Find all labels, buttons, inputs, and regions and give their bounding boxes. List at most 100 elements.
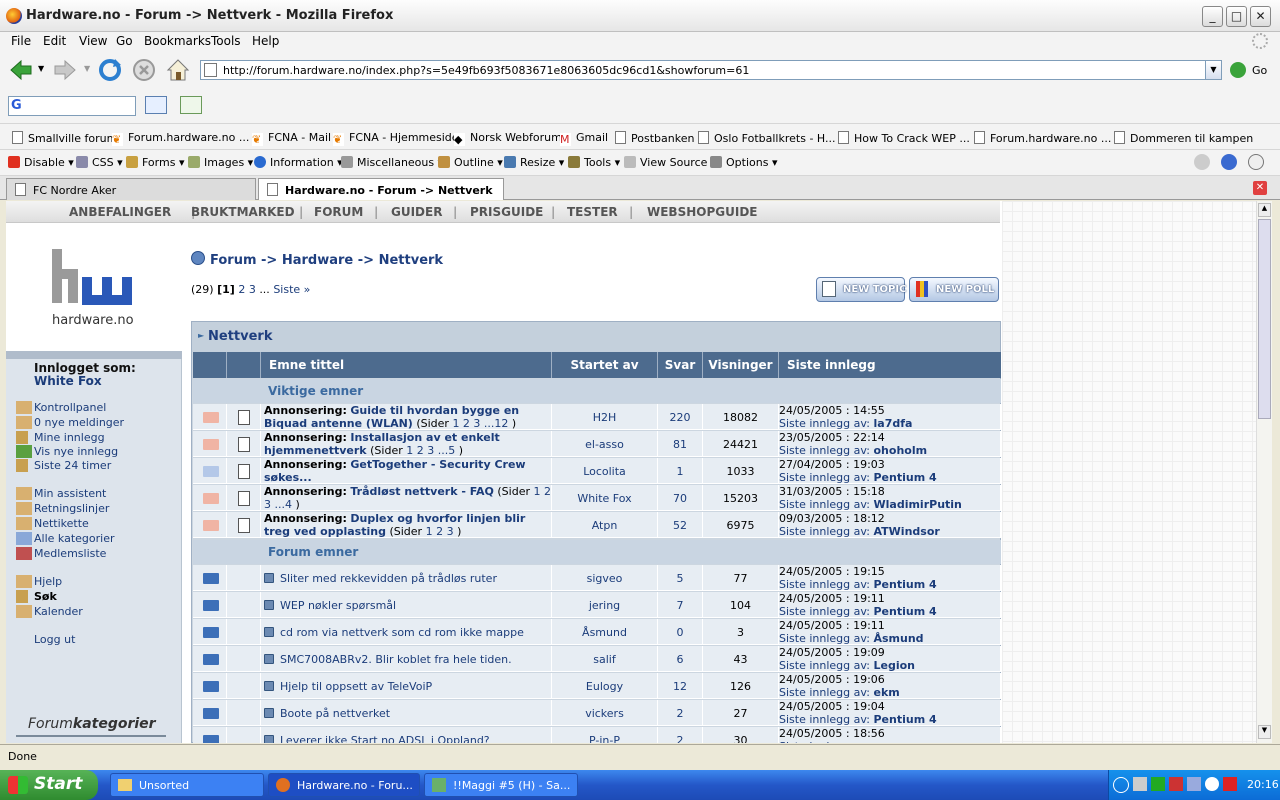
forward-arrow-icon[interactable] [52,57,78,83]
maximize-button[interactable]: □ [1226,6,1247,27]
starter-cell[interactable]: vickers [552,700,658,726]
sidebar-mine-innlegg[interactable]: Mine innlegg [34,431,105,444]
sidebar-hjelp[interactable]: Hjelp [34,575,62,588]
starter-cell[interactable]: jering [552,592,658,618]
replies-cell[interactable]: 5 [658,565,703,591]
home-icon[interactable] [165,57,191,83]
starter-cell[interactable]: P-in-P [552,727,658,743]
replies-cell[interactable]: 7 [658,592,703,618]
dev-misc-button[interactable]: Miscellaneous ▾ [341,156,443,169]
last-post-user[interactable]: la7dfa [874,417,913,430]
close-tab-icon[interactable]: ✕ [1253,181,1267,195]
menu-tools[interactable]: Tools [211,34,241,48]
topic-pages-links[interactable]: 1 2 3 ...12 [452,417,508,430]
topic-arrow-icon[interactable] [264,681,274,691]
dev-forms-button[interactable]: Forms ▾ [126,156,184,169]
last-post-user[interactable]: Legion [874,659,916,672]
reload-icon[interactable] [97,57,123,83]
last-post-user[interactable]: Åsmund [874,632,924,645]
replies-cell[interactable]: 70 [658,485,703,511]
table-row[interactable]: SMC7008ABRv2. Blir koblet fra hele tiden… [193,646,1001,672]
dev-outline-button[interactable]: Outline ▾ [438,156,503,169]
forward-dropdown-icon[interactable]: ▼ [84,64,90,73]
dev-view-source-button[interactable]: View Source [624,156,707,169]
bookmark-item[interactable]: ❦ FCNA - Hjemmeside [333,131,459,146]
last-post-user[interactable]: Pentium 4 [874,578,937,591]
sidebar-nettikette[interactable]: Nettikette [34,517,89,530]
bookmark-item[interactable]: M Gmail [560,131,608,146]
dev-disable-button[interactable]: Disable ▾ [8,156,74,169]
topic-title-link[interactable]: Boote på nettverket [280,707,390,720]
sitenav-forum[interactable]: FORUM [314,205,363,219]
replies-cell[interactable]: 6 [658,646,703,672]
sitenav-prisguide[interactable]: PRISGUIDE [470,205,543,219]
topic-arrow-icon[interactable] [264,600,274,610]
tray-icon[interactable] [1205,777,1219,791]
back-dropdown-icon[interactable]: ▼ [38,64,44,73]
back-arrow-icon[interactable] [8,57,34,83]
col-replies[interactable]: Svar [658,352,703,378]
starter-cell[interactable]: sigveo [552,565,658,591]
url-dropdown-icon[interactable]: ▼ [1205,61,1221,79]
crumb-hardware[interactable]: Hardware [282,253,353,268]
starter-cell[interactable]: Locolita [552,458,658,484]
tab-fc-nordre-aker[interactable]: FC Nordre Aker [6,178,256,200]
col-views[interactable]: Visninger [703,352,779,378]
tray-icon[interactable] [1169,777,1183,791]
sitenav-tester[interactable]: TESTER [567,205,618,219]
minimize-button[interactable]: _ [1202,6,1223,27]
last-post-user[interactable]: ATWindsor [874,525,940,538]
table-row[interactable]: Hjelp til oppsett av TeleVoiP Eulogy 12 126… [193,673,1001,699]
bookmark-item[interactable]: ◆ Norsk Webforum [454,131,562,146]
sidebar-vis-nye-innlegg[interactable]: Vis nye innlegg [34,445,118,458]
sidebar-kalender[interactable]: Kalender [34,605,83,618]
page-3-link[interactable]: 3 [249,283,256,296]
play-icon[interactable] [1248,154,1264,170]
site-logo[interactable]: hardware.no [6,233,182,351]
bookmark-item[interactable]: Dommeren til kampen [1114,131,1253,145]
replies-cell[interactable]: 0 [658,619,703,645]
dev-resize-button[interactable]: Resize ▾ [504,156,564,169]
tray-arrow-icon[interactable] [1113,777,1129,793]
menu-edit[interactable]: Edit [43,34,66,48]
topic-title-link[interactable]: WEP nøkler spørsmål [280,599,396,612]
table-row[interactable]: Annonsering: Trådløst nettverk - FAQ (Si… [193,485,1001,511]
table-row[interactable]: WEP nøkler spørsmål jering 7 104 24/05/2005 … [193,592,1001,618]
task-firefox[interactable]: Hardware.no - Foru... [268,773,420,797]
sidebar-sok[interactable]: Søk [34,590,57,603]
sidebar-alle-kategorier[interactable]: Alle kategorier [34,532,114,545]
sitenav-anbefalinger[interactable]: ANBEFALINGER [69,205,171,219]
logged-in-user[interactable]: White Fox [34,374,102,388]
dev-images-button[interactable]: Images ▾ [188,156,253,169]
menu-help[interactable]: Help [252,34,279,48]
tray-icon[interactable] [1151,777,1165,791]
last-post-user[interactable]: Pentium 4 [874,605,937,618]
crumb-forum[interactable]: Forum [210,253,257,268]
table-row[interactable]: Boote på nettverket vickers 2 27 24/05/2005 … [193,700,1001,726]
topic-pages-links[interactable]: 1 2 3 [426,525,454,538]
start-button[interactable]: Start [0,770,98,800]
starter-cell[interactable]: salif [552,646,658,672]
topic-arrow-icon[interactable] [264,627,274,637]
url-input[interactable]: http://forum.hardware.no/index.php?s=5e4… [200,60,1222,80]
task-maggi[interactable]: !!Maggi #5 (H) - Sa... [424,773,578,797]
menu-file[interactable]: File [11,34,31,48]
page-2-link[interactable]: 2 [238,283,245,296]
new-tab-icon[interactable] [180,96,202,114]
bookmark-item[interactable]: Oslo Fotballkrets - H... [698,131,835,145]
sidebar-nye-meldinger[interactable]: 0 nye meldinger [34,416,124,429]
table-row[interactable]: Annonsering: Guide til hvordan bygge en … [193,404,1001,430]
crumb-nettverk[interactable]: Nettverk [379,253,443,268]
col-starter[interactable]: Startet av [552,352,658,378]
starter-cell[interactable]: Atpn [552,512,658,538]
col-last-post[interactable]: Siste innlegg [779,352,1001,378]
starter-cell[interactable]: H2H [552,404,658,430]
table-row[interactable]: Annonsering: GetTogether - Security Crew… [193,458,1001,484]
sidebar-logout[interactable]: Logg ut [34,633,75,646]
tray-icon[interactable] [1133,777,1147,791]
table-row[interactable]: Annonsering: Installasjon av et enkelt h… [193,431,1001,457]
dev-tools-button[interactable]: Tools ▾ [568,156,620,169]
starter-cell[interactable]: Åsmund [552,619,658,645]
sidebar-min-assistent[interactable]: Min assistent [34,487,106,500]
dev-options-button[interactable]: Options ▾ [710,156,777,169]
